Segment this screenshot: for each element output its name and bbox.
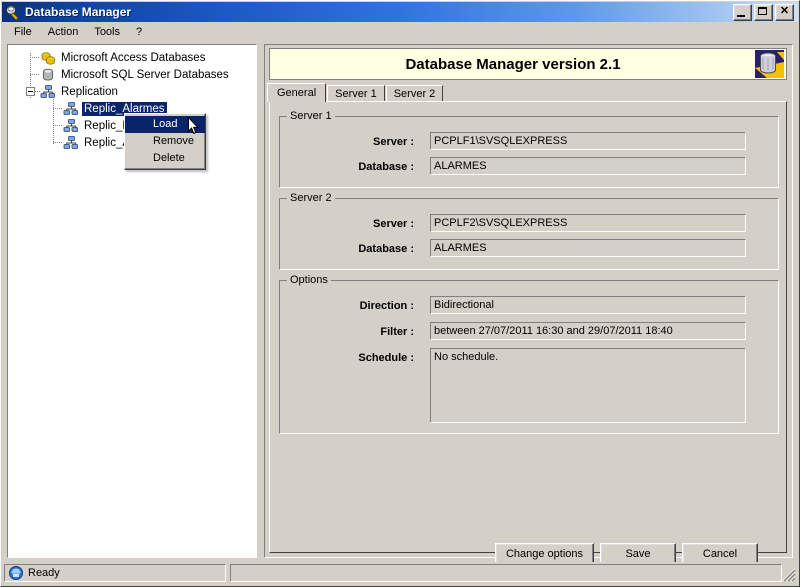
client-area: Microsoft Access Databases Microsoft SQL… (2, 42, 798, 560)
schedule-value[interactable]: No schedule. (430, 348, 746, 423)
sql-server-database-icon (40, 67, 56, 83)
group-title: Server 2 (287, 192, 335, 204)
replication-item-icon (63, 101, 79, 117)
tab-server-2[interactable]: Server 2 (386, 85, 444, 102)
group-server-2: Server 2 Server : PCPLF2\SVSQLEXPRESS Da… (279, 192, 779, 270)
group-title: Server 1 (287, 110, 335, 122)
tree-node-label: Microsoft Access Databases (59, 51, 207, 65)
group-server-1: Server 1 Server : PCPLF1\SVSQLEXPRESS Da… (279, 110, 779, 188)
server2-server-label: Server : (289, 218, 414, 230)
context-menu-item-delete[interactable]: Delete (125, 150, 205, 167)
tab-general[interactable]: General (267, 83, 326, 102)
title-bar[interactable]: Database Manager ✕ (2, 2, 798, 22)
menu-file[interactable]: File (6, 24, 40, 40)
tree-node-label: Replication (59, 85, 120, 99)
server1-server-label: Server : (289, 136, 414, 148)
menu-help[interactable]: ? (128, 24, 150, 40)
menu-action[interactable]: Action (40, 24, 87, 40)
tree-node-label: Microsoft SQL Server Databases (59, 68, 231, 82)
replication-item-icon (63, 118, 79, 134)
group-options: Options Direction : Bidirectional Filter… (279, 274, 779, 434)
application-window: Database Manager ✕ File Action Tools ? (0, 0, 800, 587)
database-manager-icon (5, 4, 21, 20)
resize-grip[interactable] (782, 568, 796, 582)
group-title: Options (287, 274, 331, 286)
replication-icon (40, 84, 56, 100)
tree-node-replication[interactable]: Replication (8, 83, 256, 100)
tree-node-access-databases[interactable]: Microsoft Access Databases (8, 49, 256, 66)
direction-value[interactable]: Bidirectional (430, 296, 746, 314)
close-button[interactable]: ✕ (775, 4, 794, 21)
tab-server-1[interactable]: Server 1 (327, 85, 385, 102)
maximize-button[interactable] (754, 4, 773, 21)
access-database-icon (40, 50, 56, 66)
context-menu-item-load[interactable]: Load (125, 116, 205, 133)
tree-node-sql-server-databases[interactable]: Microsoft SQL Server Databases (8, 66, 256, 83)
group-frame (279, 116, 779, 188)
window-title: Database Manager (25, 5, 733, 19)
server2-database-value[interactable]: ALARMES (430, 239, 746, 257)
filter-value[interactable]: between 27/07/2011 16:30 and 29/07/2011 … (430, 322, 746, 340)
tab-page-general: Server 1 Server : PCPLF1\SVSQLEXPRESS Da… (269, 101, 787, 553)
tab-strip: General Server 1 Server 2 (269, 83, 787, 102)
status-ready-icon (8, 565, 24, 581)
direction-label: Direction : (289, 300, 414, 312)
status-text: Ready (28, 567, 60, 579)
server2-database-label: Database : (289, 243, 414, 255)
status-bar: Ready (2, 562, 798, 583)
replication-item-icon (63, 135, 79, 151)
schedule-label: Schedule : (289, 352, 414, 364)
group-frame (279, 198, 779, 270)
status-pane-primary: Ready (4, 564, 226, 582)
app-banner: Database Manager version 2.1 (269, 48, 787, 80)
status-pane-secondary (230, 564, 782, 582)
server1-database-label: Database : (289, 161, 414, 173)
banner-title: Database Manager version 2.1 (270, 56, 786, 73)
server2-server-value[interactable]: PCPLF2\SVSQLEXPRESS (430, 214, 746, 232)
details-panel: Database Manager version 2.1 General Ser… (264, 44, 793, 558)
menu-tools[interactable]: Tools (86, 24, 128, 40)
filter-label: Filter : (289, 326, 414, 338)
server1-server-value[interactable]: PCPLF1\SVSQLEXPRESS (430, 132, 746, 150)
database-cylinder-icon (755, 50, 784, 78)
close-icon: ✕ (776, 5, 793, 18)
minimize-button[interactable] (733, 4, 752, 21)
tree-context-menu: Load Remove Delete (124, 113, 206, 170)
menu-bar: File Action Tools ? (2, 22, 798, 42)
window-controls: ✕ (733, 4, 794, 21)
context-menu-item-remove[interactable]: Remove (125, 133, 205, 150)
server1-database-value[interactable]: ALARMES (430, 157, 746, 175)
